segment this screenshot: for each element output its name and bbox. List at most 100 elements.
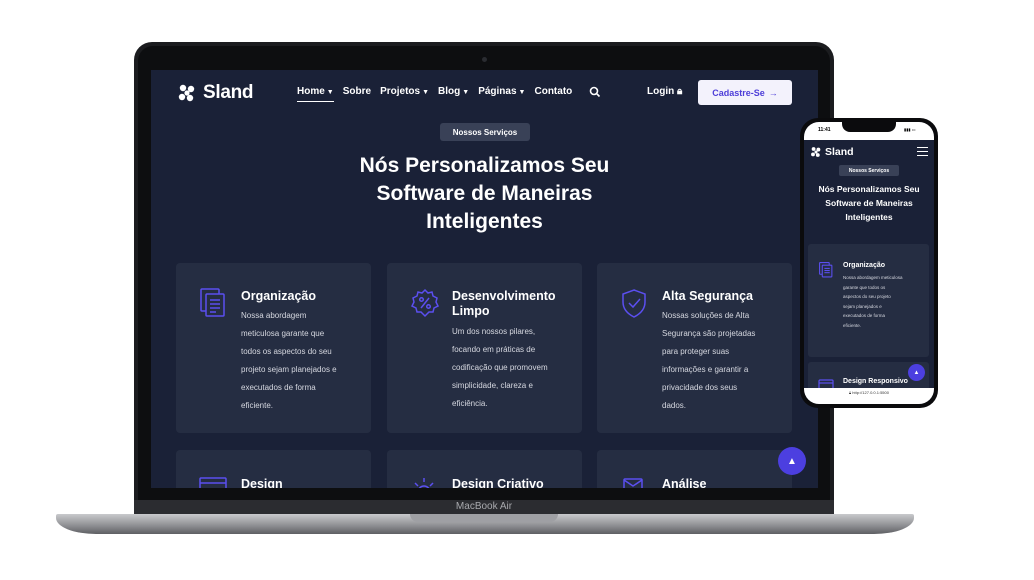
card-title: Organização <box>241 289 317 303</box>
service-card-design-criativo[interactable]: Design Criativo <box>387 450 582 488</box>
menu-item-paginas[interactable]: Páginas ▼ <box>478 86 525 102</box>
card-title: Desenvolvimento Limpo <box>452 289 577 319</box>
mail-icon <box>619 476 649 488</box>
device-mockup: Sland Home ▼ Sobre Projetos ▼ Blog ▼ Página… <box>0 0 1034 580</box>
phone-section-pill: Nossos Serviços <box>839 165 899 176</box>
service-card-design[interactable]: Design <box>176 450 371 488</box>
section-title: Nós Personalizamos Seu Software de Manei… <box>331 152 638 236</box>
desc-line: sejam planejados e <box>843 303 882 309</box>
hamburger-menu-icon[interactable] <box>917 147 928 156</box>
menu-item-sobre[interactable]: Sobre <box>343 86 371 102</box>
desc-line: eficiente. <box>843 322 862 328</box>
desc-line: para proteger suas <box>662 347 730 356</box>
desc-line: codificação que promovem <box>452 363 548 372</box>
card-title: Alta Segurança <box>662 289 754 303</box>
laptop-brand-label: MacBook Air <box>455 501 513 512</box>
chevron-down-icon: ▼ <box>462 89 470 96</box>
url-text: http://127.0.0.1:5500 <box>852 390 889 395</box>
phone-url-bar[interactable]: 🔒︎ http://127.0.0.1:5500 <box>804 388 934 404</box>
phone-status-bar: 11:41 ▮▮▮ ▭ <box>804 122 934 140</box>
service-card-seguranca[interactable]: Alta Segurança Nossas soluções de Alta S… <box>597 263 792 433</box>
desc-line: projeto sejam planejados e <box>241 365 337 374</box>
signup-button[interactable]: Cadastre-Se → <box>698 80 792 105</box>
logo-icon <box>811 147 821 157</box>
menu-item-contato[interactable]: Contato <box>534 86 572 102</box>
service-card-analise[interactable]: Análise <box>597 450 792 488</box>
desc-line: executados de forma <box>241 383 316 392</box>
card-title: Análise <box>662 477 707 488</box>
logo[interactable]: Sland <box>177 82 254 104</box>
desc-line: privacidade dos seus <box>662 383 738 392</box>
desc-line: Nossa abordagem <box>241 311 307 320</box>
camera-icon <box>482 57 487 62</box>
title-line: Inteligentes <box>845 212 893 222</box>
menu-label: Home <box>297 86 325 97</box>
main-menu: Home ▼ Sobre Projetos ▼ Blog ▼ Páginas ▼ Con… <box>297 86 572 102</box>
document-icon <box>818 261 834 279</box>
title-line: Nós Personalizamos Seu <box>359 154 610 177</box>
title-line: Software de Maneiras <box>376 182 593 205</box>
title-line: Limpo <box>452 304 490 318</box>
desc-line: todos os aspectos do seu <box>241 347 332 356</box>
chevron-down-icon: ▼ <box>518 89 526 96</box>
desc-line: dados. <box>662 401 687 410</box>
scroll-to-top-button[interactable]: ▲ <box>778 447 806 475</box>
desc-line: aspectos do seu projeto <box>843 294 891 299</box>
shield-check-icon <box>619 287 649 319</box>
logo-text: Sland <box>203 82 254 103</box>
card-description: Um dos nossos pilares, focando em prátic… <box>452 323 572 413</box>
section-pill: Nossos Serviços <box>440 123 530 141</box>
navbar: Sland Home ▼ Sobre Projetos ▼ Blog ▼ Página… <box>151 70 818 114</box>
card-title: Organização <box>843 262 886 269</box>
phone-scroll-to-top-button[interactable]: ▲ <box>908 364 925 381</box>
desc-line: executados de forma <box>843 313 886 318</box>
desc-line: Segurança são projetadas <box>662 329 756 338</box>
desc-line: Um dos nossos pilares, <box>452 327 536 336</box>
window-icon <box>198 476 228 488</box>
desc-line: simplicidade, clareza e <box>452 381 533 390</box>
document-icon <box>198 287 228 319</box>
service-card-organizacao[interactable]: Organização Nossa abordagem meticulosa g… <box>176 263 371 433</box>
desc-line: eficiência. <box>452 399 488 408</box>
menu-label: Contato <box>534 86 573 97</box>
login-link[interactable]: Login 🔒︎ <box>647 86 682 97</box>
title-line: Inteligentes <box>426 210 543 233</box>
menu-item-home[interactable]: Home ▼ <box>297 86 334 102</box>
card-description: Nossas soluções de Alta Segurança são pr… <box>662 307 782 415</box>
desc-line: informações e garantir a <box>662 365 749 374</box>
chevron-down-icon: ▼ <box>422 89 430 96</box>
logo-text: Sland <box>825 146 854 158</box>
sun-icon <box>409 476 439 488</box>
laptop-screen: Sland Home ▼ Sobre Projetos ▼ Blog ▼ Página… <box>151 70 818 488</box>
chevron-up-icon: ▲ <box>787 455 797 467</box>
menu-item-blog[interactable]: Blog ▼ <box>438 86 469 102</box>
service-card-desenvolvimento[interactable]: Desenvolvimento Limpo Um dos nossos pila… <box>387 263 582 433</box>
search-icon[interactable] <box>589 85 601 98</box>
lock-icon: 🔒︎ <box>849 390 852 395</box>
desc-line: meticulosa garante que <box>241 329 325 338</box>
status-time: 11:41 <box>818 127 831 133</box>
menu-label: Sobre <box>342 86 372 97</box>
percent-gear-icon <box>409 287 440 319</box>
chevron-up-icon: ▲ <box>913 369 920 376</box>
card-title: Design Criativo <box>452 477 544 488</box>
menu-label: Projetos <box>380 86 421 97</box>
phone-logo[interactable]: Sland <box>810 146 854 158</box>
menu-item-projetos[interactable]: Projetos ▼ <box>380 86 429 102</box>
desc-line: garante que todos os <box>843 284 886 290</box>
signup-label: Cadastre-Se <box>712 87 765 98</box>
card-description: Nossa abordagem meticulosa garante que t… <box>241 307 361 415</box>
phone-notch <box>842 122 896 132</box>
desc-line: focando em práticas de <box>452 345 536 354</box>
menu-label: Blog <box>438 86 461 97</box>
desc-line: eficiente. <box>241 401 274 410</box>
desc-line: Nossas soluções de Alta <box>662 311 750 320</box>
chevron-down-icon: ▼ <box>326 89 334 96</box>
title-line: Desenvolvimento <box>452 289 556 303</box>
login-label: Login <box>647 86 675 97</box>
title-line: Software de Maneiras <box>825 198 913 208</box>
phone-screen: 11:41 ▮▮▮ ▭ Sland Nossos Serviços Nós Pe… <box>804 122 934 404</box>
arrow-right-icon: → <box>768 87 778 98</box>
laptop-hinge: MacBook Air <box>134 500 834 514</box>
phone-service-card-organizacao[interactable]: Organização Nossa abordagem meticulosa g… <box>808 244 929 357</box>
